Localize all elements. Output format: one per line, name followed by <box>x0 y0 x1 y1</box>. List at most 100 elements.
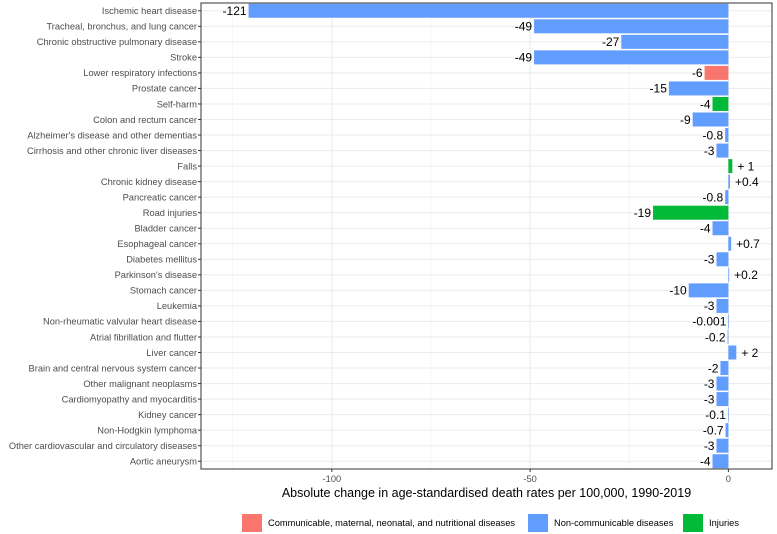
y-tick-label: Kidney cancer <box>138 410 197 420</box>
bar <box>727 329 729 344</box>
bar <box>720 361 729 376</box>
bar <box>534 19 729 34</box>
data-label: -0.8 <box>703 190 724 204</box>
data-label: -0.1 <box>705 408 726 422</box>
bar <box>712 454 729 469</box>
y-tick-label: Leukemia <box>157 301 198 311</box>
legend-swatch-ncd <box>528 514 548 532</box>
data-label: -3 <box>704 439 715 453</box>
y-tick-label: Lower respiratory infections <box>83 68 197 78</box>
legend: Communicable, maternal, neonatal, and nu… <box>0 514 777 534</box>
data-label: -4 <box>700 455 711 469</box>
y-tick-label: Pancreatic cancer <box>123 192 197 202</box>
y-tick-label: Non-Hodgkin lymphoma <box>97 425 198 435</box>
y-tick-label: Chronic obstructive pulmonary disease <box>37 37 197 47</box>
bar <box>716 252 729 267</box>
data-label: -2 <box>708 361 719 375</box>
bar <box>725 128 729 143</box>
y-tick-label: Road injuries <box>143 208 198 218</box>
data-label: -49 <box>515 20 533 34</box>
bar <box>728 345 737 360</box>
legend-swatch-injuries <box>683 514 703 532</box>
y-tick-label: Non-rheumatic valvular heart disease <box>43 317 197 327</box>
y-tick-label: Diabetes mellitus <box>126 255 197 265</box>
data-label: +0.2 <box>734 268 758 282</box>
data-label: -0.2 <box>705 330 726 344</box>
bar <box>728 314 729 329</box>
data-label: -121 <box>223 4 247 18</box>
data-label: + 2 <box>741 346 758 360</box>
bar <box>727 407 729 422</box>
y-tick-label: Liver cancer <box>146 348 197 358</box>
bar <box>728 174 730 189</box>
data-label: -4 <box>700 97 711 111</box>
bar <box>716 438 729 453</box>
y-tick-label: Brain and central nervous system cancer <box>29 363 197 373</box>
x-tick-label: -50 <box>523 474 536 484</box>
data-label: -3 <box>704 392 715 406</box>
y-tick-label: Atrial fibrillation and flutter <box>90 332 197 342</box>
legend-label-ncd: Non-communicable diseases <box>554 518 674 528</box>
bar <box>716 376 729 391</box>
y-tick-label: Other malignant neoplasms <box>83 379 197 389</box>
y-tick-label: Ischemic heart disease <box>102 6 197 16</box>
bar <box>716 143 729 158</box>
data-label: -3 <box>704 144 715 158</box>
data-label: -3 <box>704 253 715 267</box>
bar <box>728 159 733 174</box>
y-tick-label: Self-harm <box>157 99 198 109</box>
data-label: -15 <box>650 82 668 96</box>
y-tick-label: Stomach cancer <box>130 286 197 296</box>
y-tick-label: Prostate cancer <box>132 84 197 94</box>
bar <box>704 65 729 80</box>
bar <box>712 221 729 236</box>
y-tick-label: Aortic aneurysm <box>130 457 197 467</box>
bar <box>728 236 732 251</box>
legend-label-injuries: Injuries <box>709 518 739 528</box>
data-label: -3 <box>704 299 715 313</box>
bar <box>725 423 729 438</box>
bar-chart: -121 -49 -27 -49 -6 -15 -4 -9 -0.8 -3 + 1 +0.4 -0.8 -… <box>9 2 773 500</box>
bar <box>248 3 729 18</box>
x-tick-label: 0 <box>726 474 731 484</box>
x-tick-label: -100 <box>323 474 342 484</box>
x-axis-title: Absolute change in age-standardised deat… <box>282 486 691 500</box>
y-tick-label: Stroke <box>170 53 197 63</box>
legend-label-communicable: Communicable, maternal, neonatal, and nu… <box>268 518 516 528</box>
y-tick-label: Cirrhosis and other chronic liver diseas… <box>27 146 197 156</box>
data-label: -49 <box>515 51 533 65</box>
data-label: -27 <box>602 35 620 49</box>
data-label: -0.7 <box>703 423 724 437</box>
bar <box>716 392 729 407</box>
legend-item-injuries: Injuries <box>683 514 739 532</box>
bar <box>716 298 729 313</box>
data-label: -3 <box>704 377 715 391</box>
bar <box>621 34 729 49</box>
bar <box>653 205 729 220</box>
y-tick-label: Colon and rectum cancer <box>93 115 197 125</box>
data-label: -0.001 <box>692 315 726 329</box>
bar <box>534 50 729 65</box>
data-label: -19 <box>634 206 652 220</box>
bar <box>712 96 729 111</box>
bar <box>725 190 729 205</box>
data-label: +0.7 <box>736 237 760 251</box>
y-tick-label: Tracheal, bronchus, and lung cancer <box>46 22 197 32</box>
bar <box>668 81 729 96</box>
y-tick-label: Esophageal cancer <box>117 239 197 249</box>
data-label: -6 <box>692 66 703 80</box>
y-tick-label: Falls <box>177 161 197 171</box>
data-label: -10 <box>669 284 687 298</box>
bar <box>728 267 730 282</box>
data-label: + 1 <box>737 159 754 173</box>
y-tick-label: Other cardiovascular and circulatory dis… <box>9 441 197 451</box>
data-label: +0.4 <box>735 175 759 189</box>
y-tick-label: Alzheimer's disease and other dementias <box>27 130 197 140</box>
y-tick-label: Parkinson's disease <box>115 270 197 280</box>
bar <box>692 112 729 127</box>
y-tick-label: Bladder cancer <box>134 224 197 234</box>
grid-layer <box>201 3 772 469</box>
bar <box>688 283 729 298</box>
data-label: -9 <box>680 113 691 127</box>
legend-swatch-communicable <box>242 514 262 532</box>
